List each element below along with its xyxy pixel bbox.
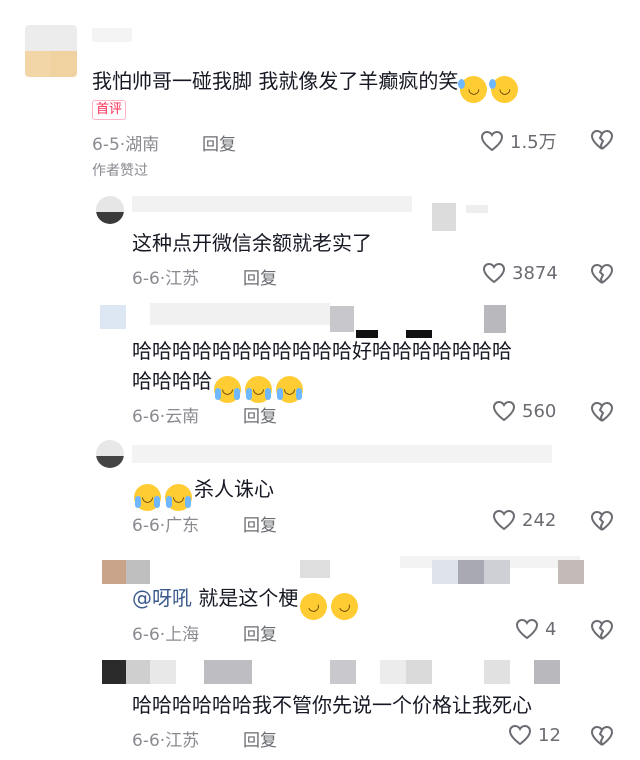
comment-1-body: 我怕帅哥一碰我脚 我就像发了羊癫疯的笑	[92, 69, 459, 93]
username-mask-block	[458, 560, 484, 584]
reply-avatar[interactable]	[96, 196, 124, 224]
avatar-blurred[interactable]	[25, 25, 77, 77]
like-count: 4	[545, 618, 557, 640]
comment-1-meta: 6-5·湖南	[92, 135, 160, 155]
tears-of-joy-emoji: ◡	[214, 376, 241, 403]
mention-link[interactable]: @呀吼	[132, 586, 192, 610]
comment-1-text: 我怕帅哥一碰我脚 我就像发了羊癫疯的笑 ◡ ◡	[92, 64, 520, 103]
username-mask-block	[484, 305, 506, 333]
reply-avatar-mosaic[interactable]	[102, 660, 126, 684]
like-button[interactable]: 242	[492, 509, 556, 531]
broken-heart-icon	[590, 401, 614, 422]
dislike-button[interactable]	[590, 510, 614, 532]
like-button[interactable]: 560	[492, 400, 556, 422]
like-count: 12	[538, 724, 561, 746]
username-mask-block	[126, 660, 150, 684]
comment-2-text: 这种点开微信余额就老实了	[132, 231, 372, 255]
username-mask	[132, 445, 552, 463]
comment-6-meta: 6-6·江苏	[132, 731, 200, 751]
username-mask-block	[380, 660, 406, 684]
heart-outline-icon	[492, 400, 516, 422]
reply-button[interactable]: 回复	[202, 130, 236, 155]
username-mask-block	[204, 660, 252, 684]
comment-3-line2: 哈哈哈哈 ◡ ◡ ◡	[132, 364, 305, 403]
username-mask	[150, 303, 330, 325]
username-mask-block	[432, 560, 458, 584]
like-count: 242	[522, 509, 557, 531]
reply-button[interactable]: 回复	[243, 620, 277, 645]
comment-4-meta: 6-6·广东	[132, 516, 200, 536]
username-mask-block	[558, 560, 584, 584]
heart-outline-icon	[492, 509, 516, 531]
username-mask-block	[484, 660, 510, 684]
dislike-button[interactable]	[590, 263, 614, 285]
broken-heart-icon	[590, 263, 614, 284]
broken-heart-icon	[590, 619, 614, 640]
rolling-laugh-emoji: ◡	[327, 589, 363, 624]
like-button[interactable]: 4	[515, 618, 556, 640]
tears-of-joy-emoji: ◡	[245, 376, 272, 403]
username-mask-block	[466, 205, 488, 213]
like-button[interactable]: 12	[508, 724, 561, 746]
comment-3-meta: 6-6·云南	[132, 407, 200, 427]
rolling-laugh-emoji: ◡	[296, 589, 332, 624]
comment-3-line1: 哈哈哈哈哈哈哈哈哈哈哈好哈哈哈哈哈哈哈	[132, 339, 512, 363]
tears-of-joy-emoji: ◡	[276, 376, 303, 403]
reply-avatar-mosaic[interactable]	[100, 305, 126, 329]
dislike-button[interactable]	[590, 129, 614, 151]
like-count: 560	[522, 400, 557, 422]
reply-button[interactable]: 回复	[243, 511, 277, 536]
reply-avatar[interactable]	[96, 440, 124, 468]
broken-heart-icon	[590, 129, 614, 150]
like-count: 1.5万	[510, 132, 557, 153]
username-mask[interactable]	[132, 196, 412, 212]
comment-5-meta: 6-6·上海	[132, 625, 200, 645]
username-mask[interactable]	[92, 28, 132, 42]
username-mask-block	[406, 660, 432, 684]
heart-outline-icon	[508, 724, 532, 746]
broken-heart-icon	[590, 510, 614, 531]
sweat-smile-emoji: ◡	[489, 76, 519, 103]
like-count: 3874	[512, 262, 558, 284]
reply-button[interactable]: 回复	[243, 726, 277, 751]
like-button[interactable]: 1.5万	[480, 128, 557, 154]
dislike-button[interactable]	[590, 401, 614, 423]
username-mask-block	[300, 560, 330, 578]
tears-of-joy-emoji: ◡	[134, 484, 161, 511]
author-liked-tag: 作者赞过	[92, 163, 148, 179]
reply-button[interactable]: 回复	[243, 402, 277, 427]
username-mask-block	[330, 306, 354, 332]
tears-of-joy-emoji: ◡	[165, 484, 192, 511]
comment-2-meta: 6-6·江苏	[132, 269, 200, 289]
dislike-button[interactable]	[590, 725, 614, 747]
username-mask-block	[484, 560, 510, 584]
broken-heart-icon	[590, 725, 614, 746]
comment-4-text: ◡ ◡ 杀人诛心	[132, 472, 274, 511]
sweat-smile-emoji: ◡	[458, 76, 488, 103]
reply-button[interactable]: 回复	[243, 264, 277, 289]
username-mask-block	[534, 660, 560, 684]
heart-outline-icon	[515, 618, 539, 640]
heart-outline-icon	[482, 262, 506, 284]
username-mask-block	[432, 203, 456, 231]
first-comment-badge: 首评	[92, 100, 127, 120]
comment-5-text: @呀吼 就是这个梗 ◡ ◡	[132, 581, 363, 624]
username-mask-block	[150, 660, 176, 684]
heart-outline-icon	[480, 130, 504, 152]
like-button[interactable]: 3874	[482, 262, 558, 284]
dislike-button[interactable]	[590, 619, 614, 641]
username-mask-block	[330, 660, 356, 684]
comment-6-text: 哈哈哈哈哈哈我不管你先说一个价格让我死心	[132, 693, 532, 717]
reply-avatar-mosaic[interactable]	[102, 560, 126, 584]
